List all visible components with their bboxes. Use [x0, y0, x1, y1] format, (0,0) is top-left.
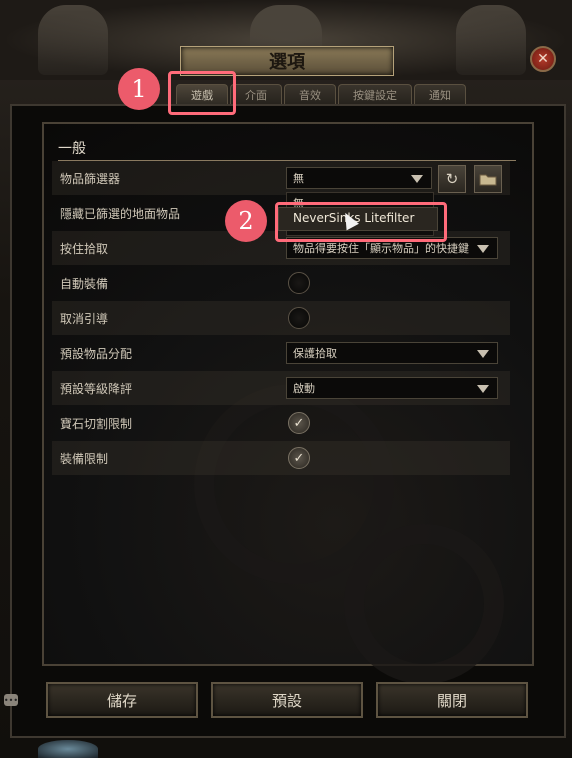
- setting-label: 寶石切割限制: [60, 416, 133, 431]
- chevron-down-icon: [477, 385, 489, 393]
- annotation-box-2: [275, 202, 447, 242]
- close-button[interactable]: 關閉: [376, 682, 528, 718]
- setting-row-auto-equip: 自動裝備: [52, 266, 510, 300]
- chevron-down-icon: [477, 245, 489, 253]
- tab-keybindings[interactable]: 按鍵設定: [338, 84, 412, 105]
- chevron-down-icon: [477, 350, 489, 358]
- folder-icon-glyph: [479, 174, 497, 186]
- options-window: 選項 ✕ 遊戲 介面 音效 按鍵設定 通知 一般 物品篩選器 無 ↻ 隱藏已篩選…: [0, 0, 572, 758]
- close-icon[interactable]: ✕: [530, 46, 556, 72]
- chevron-down-icon: [411, 175, 423, 183]
- default-alloc-select[interactable]: 保護拾取: [286, 342, 498, 364]
- select-value: 保護拾取: [293, 347, 337, 360]
- statue-ornament-left: [38, 5, 108, 75]
- orb-decoration: [38, 740, 98, 758]
- default-button[interactable]: 預設: [211, 682, 363, 718]
- check-icon[interactable]: ✓: [288, 412, 310, 434]
- annotation-badge-2: 2: [225, 200, 267, 242]
- select-value: 啟動: [293, 382, 315, 395]
- folder-icon[interactable]: [474, 165, 502, 193]
- annotation-badge-1: 1: [118, 68, 160, 110]
- setting-row-cancel-guide: 取消引導: [52, 301, 510, 335]
- tab-interface[interactable]: 介面: [230, 84, 282, 105]
- section-title: 一般: [58, 138, 516, 161]
- default-level-select[interactable]: 啟動: [286, 377, 498, 399]
- setting-row-default-alloc: 預設物品分配 保護拾取: [52, 336, 510, 370]
- check-icon[interactable]: ✓: [288, 447, 310, 469]
- cancel-guide-toggle[interactable]: [288, 307, 310, 329]
- setting-row-default-level: 預設等級降評 啟動: [52, 371, 510, 405]
- setting-label: 隱藏已篩選的地面物品: [60, 206, 181, 221]
- setting-label: 取消引導: [60, 311, 109, 326]
- save-button[interactable]: 儲存: [46, 682, 198, 718]
- select-value: 物品得要按住「顯示物品」的快捷鍵: [293, 242, 469, 255]
- setting-label: 物品篩選器: [60, 171, 121, 186]
- gear-decoration-small: [344, 524, 504, 684]
- auto-equip-toggle[interactable]: [288, 272, 310, 294]
- setting-label: 預設物品分配: [60, 346, 133, 361]
- setting-label: 自動裝備: [60, 276, 109, 291]
- statue-ornament-right: [456, 5, 526, 75]
- tab-notifications[interactable]: 通知: [414, 84, 466, 105]
- refresh-icon[interactable]: ↻: [438, 165, 466, 193]
- setting-label: 裝備限制: [60, 451, 109, 466]
- setting-row-equip-limit: 裝備限制 ✓: [52, 441, 510, 475]
- chat-icon[interactable]: •••: [4, 694, 18, 706]
- annotation-box-1: [168, 71, 236, 115]
- tab-audio[interactable]: 音效: [284, 84, 336, 105]
- setting-row-gem-cut: 寶石切割限制 ✓: [52, 406, 510, 440]
- item-filter-select[interactable]: 無: [286, 167, 432, 189]
- setting-label: 按住拾取: [60, 241, 109, 256]
- setting-label: 預設等級降評: [60, 381, 133, 396]
- select-value: 無: [293, 172, 304, 185]
